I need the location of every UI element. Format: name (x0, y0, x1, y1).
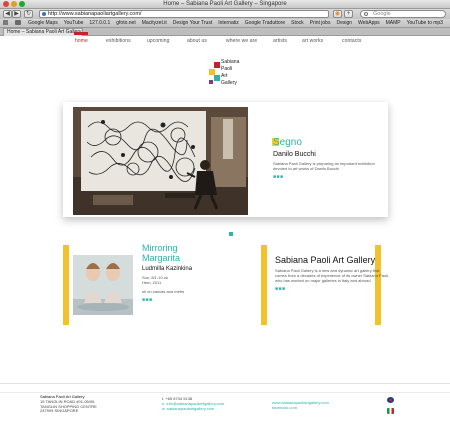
feature-title-initial: S (273, 137, 280, 148)
about-title-initial: S (275, 255, 282, 265)
gallery-logo[interactable]: Sabiana Paoli Art Gallery (208, 58, 248, 88)
tab-strip: Home – Sabiana Paoli Art Gallery (0, 28, 450, 36)
search-placeholder: Google (373, 11, 391, 17)
exhibition-date-line2: Hem, 2011 (142, 280, 162, 285)
feature-title-rest: egno (279, 137, 302, 148)
nav-art-works[interactable]: art works (302, 38, 323, 44)
about-accent-bar-left (261, 245, 267, 325)
artist-studio-image (73, 107, 248, 215)
bookmark-item[interactable]: WebApps (358, 20, 380, 26)
site-nav: home exhibitions upcoming about us where… (0, 38, 450, 48)
bookmarks-book-icon[interactable] (3, 20, 9, 26)
feature-more-dots[interactable]: ■■■ (273, 174, 385, 180)
footer-divider (0, 392, 450, 393)
about-description: Sabiana Paoli Gallery is a new and dynam… (275, 268, 390, 283)
globe-icon (42, 12, 46, 16)
bookmark-item[interactable]: Stock (291, 20, 304, 26)
bookmark-item[interactable]: Google Traduttore (245, 20, 285, 26)
bookmark-item[interactable]: YouTube to mp3 (407, 20, 443, 26)
logo-square-red (214, 62, 220, 68)
footer-web-link[interactable]: w. sabianapaoliartgallery.com (162, 406, 224, 412)
nav-artists[interactable]: artists (273, 38, 287, 44)
feature-photo[interactable] (73, 107, 248, 215)
footer-address: Sabiana Paoli Art Gallery 15 TANGLIN ROA… (40, 394, 97, 414)
bookmark-item[interactable]: 127.0.0.1 (89, 20, 110, 26)
bookmark-add-button[interactable]: + (344, 10, 353, 18)
feature-title[interactable]: Segno (272, 137, 385, 148)
feature-slide[interactable]: Segno Danilo Bucchi Sabiana Paoli Galler… (63, 102, 388, 217)
logo-square-purple (209, 80, 213, 84)
bookmark-item[interactable]: MAMP (386, 20, 401, 26)
browser-toolbar: ◀ ▶ ↻ http://www.sabianapaoliartgallery.… (0, 9, 450, 19)
forward-button[interactable]: ▶ (12, 10, 21, 18)
logo-line: Paoli (221, 66, 233, 72)
tab-home[interactable]: Home – Sabiana Paoli Art Gallery (3, 28, 83, 36)
feature-description: Sabiana Paoli Gallery is preparing an im… (273, 161, 375, 171)
nav-about-us[interactable]: about us (187, 38, 207, 44)
bookmark-item[interactable]: Design Your Trust (173, 20, 212, 26)
bookmark-item[interactable]: Print jobs (310, 20, 331, 26)
about-title[interactable]: Sabiana Paoli Art Gallery (273, 255, 390, 265)
exhibition-more-dots[interactable]: ■■■ (142, 297, 237, 303)
reload-button[interactable]: ↻ (24, 10, 33, 18)
footer-facebook-link[interactable]: facebook.com (272, 405, 329, 411)
exhibition-artist: Ludmilla Kazinkina (142, 266, 193, 272)
exhibition-title-line2: Margarita (142, 253, 181, 263)
bookmark-item[interactable]: YouTube (64, 20, 84, 26)
bookmark-item[interactable]: Internatiz (218, 20, 239, 26)
logo-line: Sabiana (221, 59, 240, 65)
exhibition-title-initial: M (142, 243, 150, 253)
nav-upcoming[interactable]: upcoming (147, 38, 169, 44)
top-sites-icon[interactable] (15, 20, 22, 26)
exhibition-title[interactable]: Mirroring Margarita (141, 243, 237, 263)
slider-pager-dot[interactable] (229, 232, 233, 236)
exhibition-title-rest: irroring (149, 243, 178, 253)
exhibition-text: Mirroring Margarita Ludmilla Kazinkina S… (141, 243, 237, 303)
bookmarks-bar: Google Maps YouTube 127.0.0.1 gfoto.net … (0, 19, 450, 28)
about-text: Sabiana Paoli Art Gallery Sabiana Paoli … (273, 255, 390, 292)
bookmark-item[interactable]: gfoto.net (116, 20, 135, 26)
italy-flag-icon[interactable] (387, 408, 394, 414)
search-icon (364, 12, 368, 16)
bookmark-item[interactable]: Design (336, 20, 352, 26)
window-title: Home – Sabiana Paoli Art Gallery – Singa… (163, 1, 287, 7)
footer-address-line: 247909 SINGAPORE (40, 408, 79, 414)
nav-home[interactable]: home (75, 38, 88, 44)
twins-painting-image (73, 255, 133, 315)
nav-contacts[interactable]: contacts (342, 38, 361, 44)
rss-button[interactable]: ◉ (333, 10, 342, 18)
exhibition-date: Sun, 8/1-10 ok Hem, 2011 (142, 275, 237, 285)
address-text: http://www.sabianapaoliartgallery.com/ (48, 11, 142, 17)
logo-line: Art (221, 73, 228, 79)
exhibition-medium: oil on canvas and metrs (142, 289, 185, 294)
back-button[interactable]: ◀ (3, 10, 12, 18)
logo-line: Gallery (221, 80, 237, 86)
about-more-dots[interactable]: ■■■ (275, 286, 390, 292)
uk-flag-icon[interactable] (387, 397, 394, 403)
nav-exhibitions[interactable]: exhibitions (106, 38, 131, 44)
feature-text: Segno Danilo Bucchi Sabiana Paoli Galler… (272, 137, 385, 180)
logo-square-teal (214, 75, 220, 81)
exhibition-photo[interactable] (73, 255, 133, 315)
bookmark-item[interactable]: Macityzet.it (142, 20, 167, 26)
nav-where-we-are[interactable]: where we are (226, 38, 257, 44)
window-titlebar: Home – Sabiana Paoli Art Gallery – Singa… (0, 0, 450, 9)
feature-artist: Danilo Bucchi (273, 151, 316, 158)
address-bar[interactable]: http://www.sabianapaoliartgallery.com/ (39, 10, 329, 18)
footer-contacts: t. +65 6734 5138 e. info@sabianapaoliart… (162, 396, 224, 412)
footer-social: www.sabianapaoliartgallery.com facebook.… (272, 400, 329, 411)
nav-active-indicator (74, 32, 88, 35)
exhibition-accent-bar (63, 245, 69, 325)
bookmark-item[interactable]: Google Maps (28, 20, 58, 26)
about-title-rest: abiana Paoli Art Gallery (281, 255, 376, 265)
search-input[interactable]: Google (360, 10, 446, 18)
